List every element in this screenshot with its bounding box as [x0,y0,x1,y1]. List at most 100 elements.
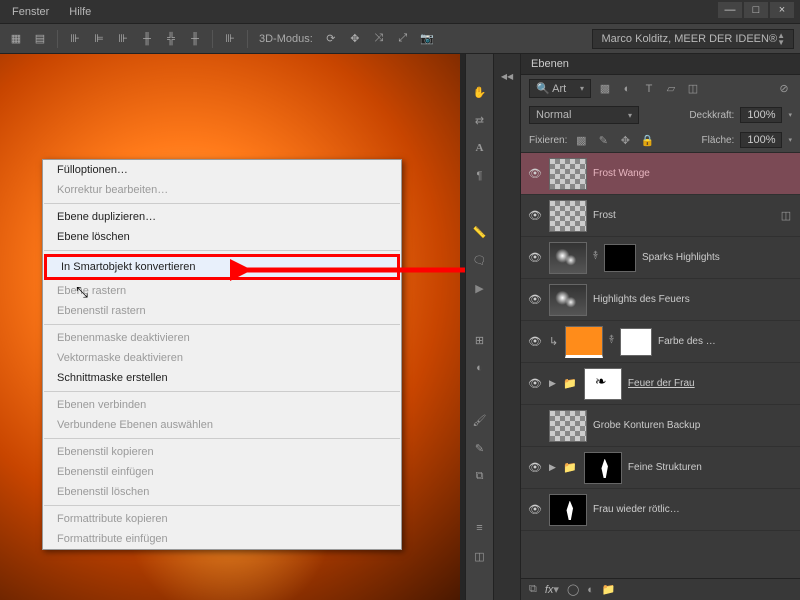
maximize-button[interactable]: □ [744,2,768,18]
menu-fenster[interactable]: Fenster [2,2,59,22]
type-tool-icon[interactable]: A [470,138,490,158]
layer-row[interactable]: 👁 Frost Wange [521,153,800,195]
history-icon[interactable]: ≡ [470,518,490,538]
layer-thumb[interactable] [549,158,587,190]
minimize-button[interactable]: — [718,2,742,18]
visibility-icon[interactable]: 👁 [527,251,543,264]
filter-image-icon[interactable]: ▩ [597,81,613,97]
visibility-icon[interactable]: 👁 [527,167,543,180]
dist-icon[interactable]: ⊪ [65,29,85,49]
layer-row[interactable]: 👁 ࿈ Sparks Highlights [521,237,800,279]
layer-thumb[interactable] [549,410,587,442]
expand-icon[interactable]: ▶ [549,378,556,389]
layer-row[interactable]: 👁 ↳ ࿈ Farbe des … [521,321,800,363]
canvas-area[interactable]: Fülloptionen… Korrektur bearbeiten… Eben… [0,54,465,600]
mi-loeschen[interactable]: Ebene löschen [43,227,401,247]
visibility-icon[interactable]: 👁 [527,335,543,348]
dist-icon[interactable]: ╬ [161,29,181,49]
layer-thumb[interactable] [549,242,587,274]
layer-thumb[interactable] [549,494,587,526]
layers-comp-icon[interactable]: ◫ [470,546,490,566]
align-icon[interactable]: ▦ [6,29,26,49]
link-icon[interactable]: ࿈ [609,328,614,356]
visibility-icon[interactable]: 👁 [527,377,543,390]
swatches-icon[interactable]: ⊞ [470,330,490,350]
mi-duplizieren[interactable]: Ebene duplizieren… [43,207,401,227]
visibility-icon[interactable]: 👁 [527,503,543,516]
layer-row[interactable]: 👁 Frost ◫ [521,195,800,237]
lock-all-icon[interactable]: 🔒 [639,132,655,148]
opacity-input[interactable]: 100% [740,107,782,123]
swap-icon[interactable]: ⇄ [470,110,490,130]
dist-icon[interactable]: ⊫ [89,29,109,49]
brush-settings-icon[interactable]: ✎ [470,438,490,458]
layer-row[interactable]: 👁 ▶ 📁 ❧ Feuer der Frau [521,363,800,405]
layer-name[interactable]: Farbe des … [658,336,794,347]
link-icon[interactable]: ࿈ [593,244,598,272]
note-icon[interactable]: 🗨 [470,250,490,270]
scale-icon[interactable]: ⤢ [393,29,413,49]
blend-mode-select[interactable]: Normal▾ [529,106,639,124]
filter-adjust-icon[interactable]: ◐ [619,81,635,97]
layer-thumb[interactable] [584,452,622,484]
layer-thumb[interactable]: ❧ [584,368,622,400]
layer-row[interactable]: 👁 ▶ 📁 Feine Strukturen [521,447,800,489]
lock-move-icon[interactable]: ✥ [617,132,633,148]
ruler-icon[interactable]: 📏 [470,222,490,242]
dist-icon[interactable]: ╫ [185,29,205,49]
fx-icon[interactable]: fx▾ [545,583,559,596]
hand-tool-icon[interactable]: ✋ [470,82,490,102]
layer-row[interactable]: 👁 Frau wieder rötlic… [521,489,800,531]
clone-icon[interactable]: ⧉ [470,466,490,486]
mi-schnittmaske[interactable]: Schnittmaske erstellen [43,368,401,388]
visibility-icon[interactable]: 👁 [527,293,543,306]
filter-shape-icon[interactable]: ▱ [663,81,679,97]
layer-name[interactable]: Grobe Konturen Backup [593,420,794,431]
mi-fuelloptionen[interactable]: Fülloptionen… [43,160,401,180]
fill-input[interactable]: 100% [740,132,782,148]
layer-thumb[interactable] [565,326,603,358]
brush-icon[interactable]: 🖌 [470,410,490,430]
adjustments-icon[interactable]: ◐ [470,358,490,378]
dist-icon[interactable]: ╫ [137,29,157,49]
close-button[interactable]: × [770,2,794,18]
link-layers-icon[interactable]: ⧉ [529,583,537,596]
layer-row[interactable]: 👁 Highlights des Feuers [521,279,800,321]
paragraph-icon[interactable]: ¶ [470,166,490,186]
move-icon[interactable]: ⤨ [369,29,389,49]
visibility-icon[interactable]: 👁 [527,461,543,474]
layer-thumb[interactable] [549,284,587,316]
layer-name[interactable]: Feine Strukturen [628,462,794,473]
lock-pixels-icon[interactable]: ▩ [573,132,589,148]
pan-icon[interactable]: ✥ [345,29,365,49]
group-icon[interactable]: 📁 [602,583,616,596]
panel-tab-ebenen[interactable]: Ebenen [521,54,800,75]
layer-mask-thumb[interactable] [620,328,652,356]
menu-hilfe[interactable]: Hilfe [59,2,101,22]
align-icon[interactable]: ▤ [30,29,50,49]
layer-name[interactable]: Sparks Highlights [642,252,794,263]
filter-type-icon[interactable]: T [641,81,657,97]
layer-filter-select[interactable]: 🔍 Art▾ [529,79,591,98]
mask-icon[interactable]: ◯ [567,583,579,596]
camera-icon[interactable]: 📷 [417,29,437,49]
layer-name[interactable]: Frost Wange [593,168,794,179]
layer-row[interactable]: Grobe Konturen Backup [521,405,800,447]
layer-mask-thumb[interactable] [604,244,636,272]
lock-brush-icon[interactable]: ✎ [595,132,611,148]
layer-name[interactable]: Frau wieder rötlic… [593,504,794,515]
layer-name[interactable]: Frost [593,210,772,221]
collapse-icon[interactable]: ◀◀ [496,66,518,86]
layer-thumb[interactable] [549,200,587,232]
dist-icon[interactable]: ⊪ [220,29,240,49]
dist-icon[interactable]: ⊪ [113,29,133,49]
expand-icon[interactable]: ▶ [549,462,556,473]
filter-toggle[interactable]: ⊘ [776,81,792,97]
user-box[interactable]: Marco Kolditz, MEER DER IDEEN® ▲▼ [592,29,794,49]
layer-name[interactable]: Highlights des Feuers [593,294,794,305]
adjustment-icon[interactable]: ◐ [587,584,594,596]
layer-name[interactable]: Feuer der Frau [628,378,794,389]
filter-smart-icon[interactable]: ◫ [685,81,701,97]
play-icon[interactable]: ▶ [470,278,490,298]
visibility-icon[interactable]: 👁 [527,209,543,222]
